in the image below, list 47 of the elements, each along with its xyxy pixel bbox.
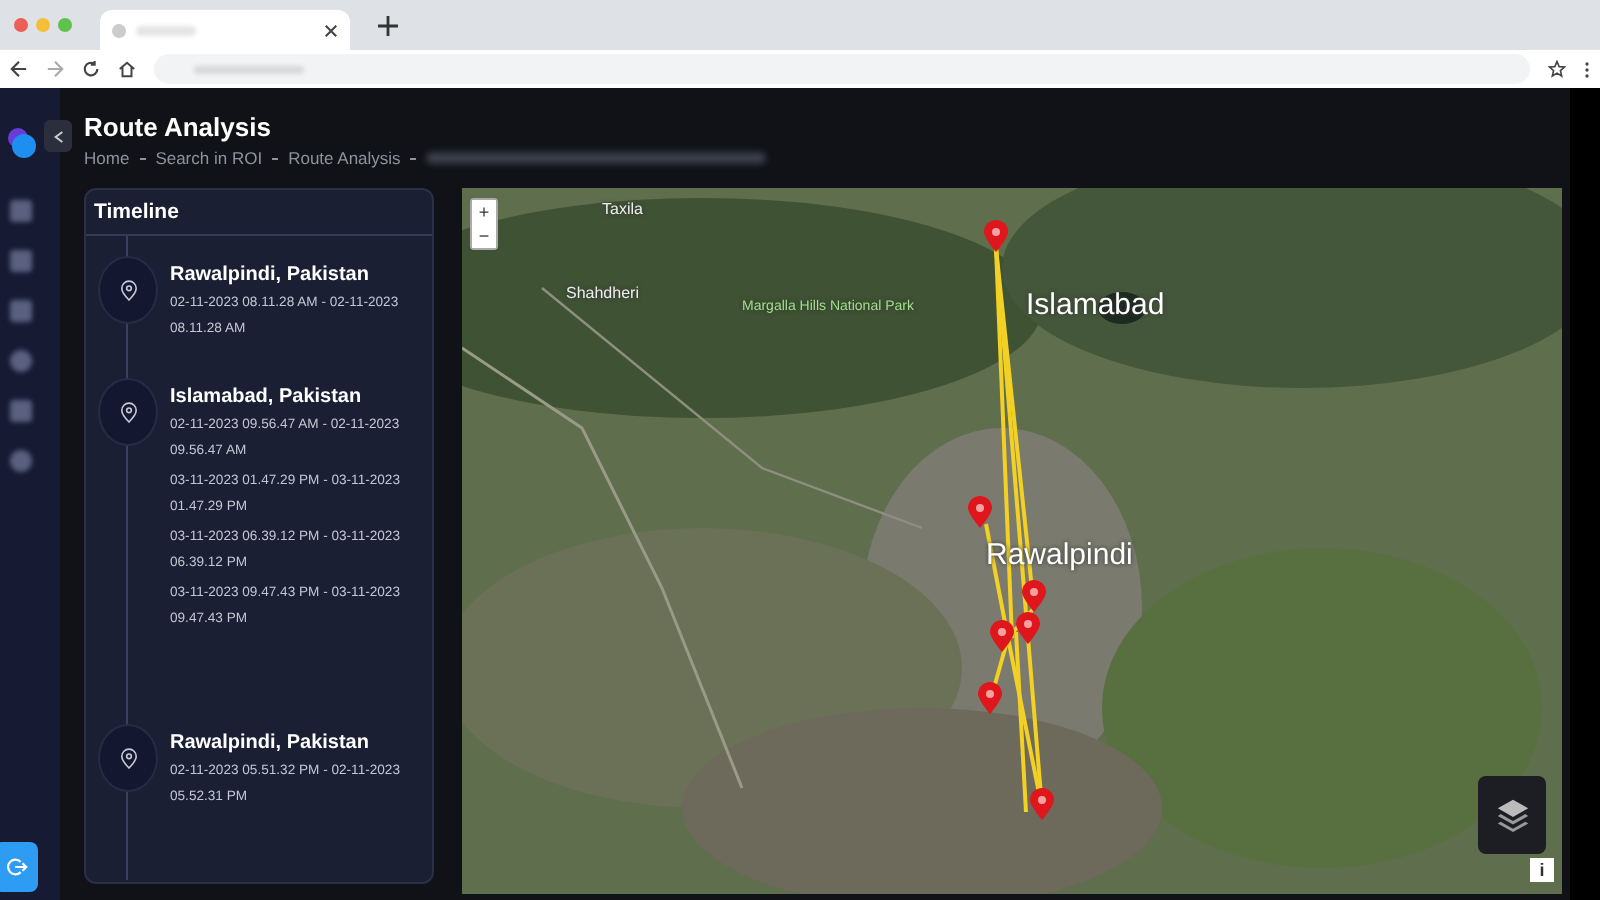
- map-pin-icon[interactable]: [1022, 580, 1046, 612]
- menu-item-icon[interactable]: [9, 250, 31, 272]
- blurred-tab-title: [136, 25, 196, 35]
- map-label: Taxila: [602, 200, 643, 218]
- logout-button[interactable]: [0, 842, 38, 892]
- map-pin-icon[interactable]: [978, 682, 1002, 714]
- map-label: Shahdheri: [566, 284, 639, 302]
- map-pin-icon[interactable]: [1030, 788, 1054, 820]
- back-arrow-icon[interactable]: [10, 60, 28, 78]
- forward-arrow-icon[interactable]: [46, 60, 64, 78]
- layers-button[interactable]: [1478, 776, 1546, 854]
- location-pin-icon: [119, 279, 137, 301]
- location-name: Rawalpindi, Pakistan: [170, 264, 371, 286]
- breadcrumb-link[interactable]: Search in ROI: [155, 148, 263, 168]
- breadcrumb-link[interactable]: Home: [84, 148, 130, 168]
- location-name: Rawalpindi, Pakistan: [170, 732, 371, 754]
- map-pin-icon[interactable]: [1016, 612, 1040, 644]
- map-pin-icon[interactable]: [990, 620, 1014, 652]
- map-pin-icon[interactable]: [968, 496, 992, 528]
- close-window-icon[interactable]: [14, 18, 28, 32]
- kebab-menu-icon[interactable]: [1584, 59, 1590, 79]
- home-icon[interactable]: [118, 60, 136, 78]
- menu-item-icon[interactable]: [9, 450, 31, 472]
- map-label: Islamabad: [1026, 288, 1165, 322]
- map-pin-icon[interactable]: [984, 220, 1008, 252]
- menu-item-icon[interactable]: [9, 300, 31, 322]
- favicon-icon: [112, 23, 126, 37]
- logo-icon: [6, 124, 38, 160]
- maximize-window-icon[interactable]: [58, 18, 72, 32]
- star-icon[interactable]: [1548, 60, 1566, 78]
- location-name: Islamabad, Pakistan: [170, 386, 364, 408]
- close-icon[interactable]: [324, 23, 338, 37]
- address-field[interactable]: [154, 54, 1530, 84]
- new-tab-icon[interactable]: [378, 15, 398, 35]
- page-title: Route Analysis: [84, 112, 273, 142]
- reload-icon[interactable]: [82, 60, 100, 78]
- menu-item-icon[interactable]: [9, 350, 31, 372]
- layers-icon: [1493, 796, 1531, 834]
- menu-item-icon[interactable]: [9, 400, 31, 422]
- logout-icon: [5, 856, 27, 878]
- menu-item-icon[interactable]: [9, 200, 31, 222]
- location-pin-icon: [119, 401, 137, 423]
- breadcrumb-link[interactable]: Route Analysis: [288, 148, 401, 168]
- location-pin-icon: [119, 747, 137, 769]
- info-button[interactable]: i: [1530, 858, 1554, 882]
- chevron-left-icon: [53, 129, 63, 143]
- collapse-sidebar-button[interactable]: [44, 120, 72, 152]
